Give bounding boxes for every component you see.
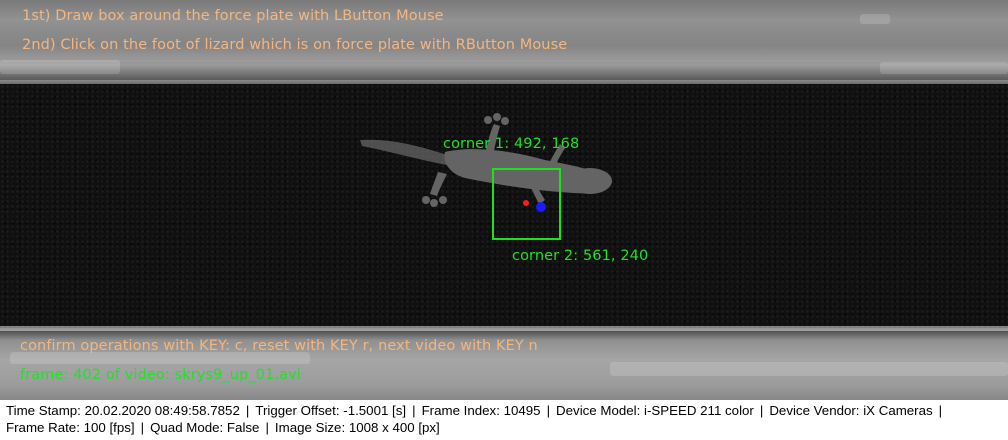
status-line-1: Time Stamp: 20.02.2020 08:49:58.7852 | Tri… [6,402,948,420]
separator: | [546,403,551,418]
corner-2-label: corner 2: 561, 240 [512,248,649,264]
frame-index: Frame Index: 10495 [421,403,541,418]
separator: | [245,403,250,418]
separator: | [140,420,145,435]
device-vendor: Device Vendor: iX Cameras [769,403,933,418]
time-stamp: Time Stamp: 20.02.2020 08:49:58.7852 [6,403,240,418]
keyboard-hint: confirm operations with KEY: c, reset wi… [20,338,538,354]
annotation-overlay: 1st) Draw box around the force plate wit… [0,0,1008,400]
frame-rate: Frame Rate: 100 [fps] [6,420,135,435]
separator: | [938,403,943,418]
video-frame[interactable]: 1st) Draw box around the force plate wit… [0,0,1008,400]
status-line-2: Frame Rate: 100 [fps] | Quad Mode: False | I… [6,419,440,437]
image-size: Image Size: 1008 x 400 [px] [274,420,440,435]
separator: | [759,403,764,418]
instruction-draw-box: 1st) Draw box around the force plate wit… [22,8,444,24]
frame-info: frame: 402 of video: skrys9_up_01.avi [20,367,301,383]
click-marker [523,200,529,206]
trigger-offset: Trigger Offset: -1.5001 [s] [255,403,407,418]
separator: | [265,420,269,435]
device-model: Device Model: i-SPEED 211 color [556,403,754,418]
corner-1-label: corner 1: 492, 168 [443,136,580,152]
foot-marker [536,202,546,212]
instruction-click-foot: 2nd) Click on the foot of lizard which i… [22,37,568,53]
quad-mode: Quad Mode: False [150,420,260,435]
separator: | [412,403,416,418]
